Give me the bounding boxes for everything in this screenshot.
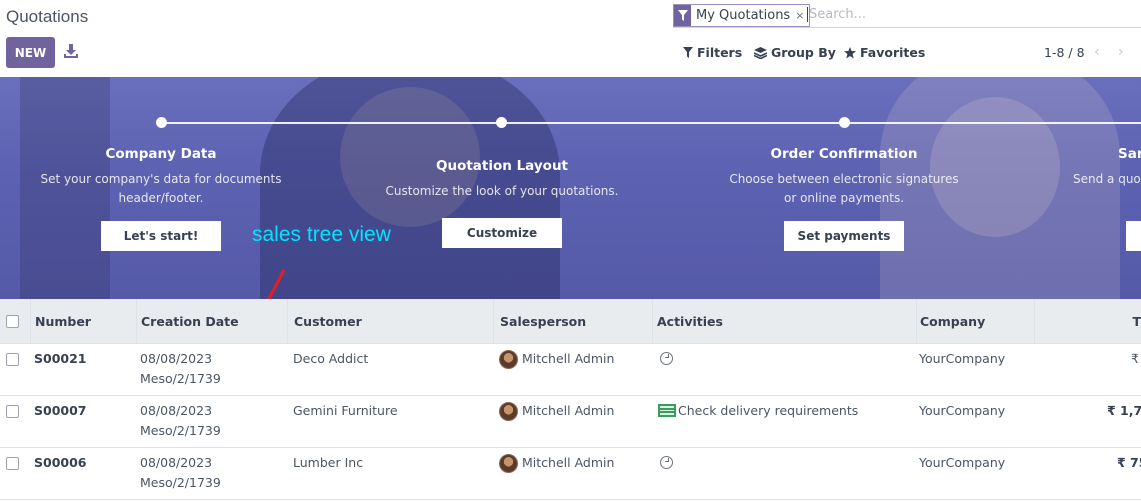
send-quotation-button[interactable] bbox=[1126, 221, 1141, 251]
company-name: YourCompany bbox=[919, 351, 1006, 366]
customer-name: Deco Addict bbox=[293, 351, 369, 366]
group-by-button[interactable]: Group By bbox=[754, 45, 836, 60]
customize-button[interactable]: Customize bbox=[442, 218, 562, 248]
search-bar: My Quotations × bbox=[673, 4, 1141, 28]
creation-date-alt: Meso/2/1739 bbox=[140, 475, 221, 490]
layers-icon bbox=[754, 46, 767, 59]
row-checkbox[interactable] bbox=[6, 457, 19, 470]
customer-name: Gemini Furniture bbox=[293, 403, 398, 418]
creation-date: 08/08/2023 bbox=[140, 403, 213, 418]
total-amount: ₹ bbox=[1131, 351, 1139, 366]
total-amount: ₹ 75 bbox=[1117, 455, 1141, 470]
salesperson-name: Mitchell Admin bbox=[522, 403, 615, 418]
filter-icon bbox=[683, 47, 693, 58]
clock-icon[interactable] bbox=[660, 352, 673, 365]
progress-line bbox=[849, 122, 1141, 124]
quotation-number: S00021 bbox=[34, 351, 87, 366]
creation-date-alt: Meso/2/1739 bbox=[140, 371, 221, 386]
table-row[interactable]: S00021 08/08/2023 Meso/2/1739 Deco Addic… bbox=[0, 344, 1141, 396]
set-payments-button[interactable]: Set payments bbox=[784, 221, 904, 251]
salesperson-name: Mitchell Admin bbox=[522, 351, 615, 366]
step-title-quotation-layout: Quotation Layout bbox=[435, 158, 569, 174]
onboarding-banner: Company Data Set your company's data for… bbox=[0, 77, 1141, 299]
step-title-order-confirmation: Order Confirmation bbox=[770, 146, 918, 162]
company-name: YourCompany bbox=[919, 403, 1006, 418]
annotation-label: sales tree view bbox=[252, 223, 391, 246]
step-desc: Send a quot bbox=[1073, 172, 1141, 186]
creation-date: 08/08/2023 bbox=[140, 455, 213, 470]
facet-label: My Quotations bbox=[696, 8, 791, 23]
filters-button[interactable]: Filters bbox=[683, 45, 742, 60]
column-activities[interactable]: Activities bbox=[651, 299, 917, 344]
star-icon bbox=[844, 46, 856, 58]
company-name: YourCompany bbox=[919, 455, 1006, 470]
customer-name: Lumber Inc bbox=[293, 455, 364, 470]
page-title: Quotations bbox=[6, 7, 89, 26]
table-row[interactable]: S00006 08/08/2023 Meso/2/1739 Lumber Inc… bbox=[0, 448, 1141, 500]
column-salesperson[interactable]: Salesperson bbox=[494, 299, 653, 344]
lets-start-button[interactable]: Let's start! bbox=[101, 221, 221, 251]
column-total[interactable]: T bbox=[1033, 299, 1141, 344]
download-icon[interactable] bbox=[64, 43, 78, 59]
filters-label: Filters bbox=[697, 45, 743, 60]
step-dot bbox=[496, 117, 507, 128]
table-row[interactable]: S00007 08/08/2023 Meso/2/1739 Gemini Fur… bbox=[0, 396, 1141, 448]
row-checkbox[interactable] bbox=[6, 405, 19, 418]
group-by-label: Group By bbox=[771, 45, 836, 60]
step-dot bbox=[156, 117, 167, 128]
search-input[interactable] bbox=[807, 7, 1127, 22]
step-title-sample: Sam bbox=[1118, 146, 1141, 162]
column-number[interactable]: Number bbox=[29, 299, 137, 344]
banner-photo-shape bbox=[340, 87, 480, 227]
pager-prev-icon[interactable]: ‹ bbox=[1094, 44, 1100, 60]
total-amount: ₹ 1,70 bbox=[1107, 403, 1141, 418]
step-desc: Choose between electronic signatures bbox=[729, 172, 959, 186]
favorites-button[interactable]: Favorites bbox=[844, 45, 925, 60]
quotation-number: S00006 bbox=[34, 455, 87, 470]
avatar bbox=[499, 350, 518, 369]
step-dot bbox=[839, 117, 850, 128]
step-desc: header/footer. bbox=[118, 191, 204, 205]
pager-value[interactable]: 1-8 / 8 bbox=[1044, 45, 1085, 60]
step-desc: Customize the look of your quotations. bbox=[385, 184, 619, 198]
banner-photo-shape bbox=[930, 97, 1060, 237]
column-creation-date[interactable]: Creation Date bbox=[135, 299, 288, 344]
search-facet[interactable]: My Quotations × bbox=[673, 4, 811, 27]
favorites-label: Favorites bbox=[860, 45, 926, 60]
step-desc: or online payments. bbox=[783, 191, 905, 205]
filter-icon bbox=[674, 5, 691, 26]
clock-icon[interactable] bbox=[660, 456, 673, 469]
table-header: Number Creation Date Customer Salesperso… bbox=[0, 299, 1141, 344]
step-title-company-data: Company Data bbox=[105, 146, 217, 162]
step-desc: Set your company's data for documents bbox=[40, 172, 282, 186]
column-customer[interactable]: Customer bbox=[288, 299, 494, 344]
progress-line bbox=[507, 122, 839, 124]
new-button[interactable]: NEW bbox=[6, 37, 55, 68]
salesperson-name: Mitchell Admin bbox=[522, 455, 615, 470]
column-company[interactable]: Company bbox=[914, 299, 1035, 344]
creation-date-alt: Meso/2/1739 bbox=[140, 423, 221, 438]
avatar bbox=[499, 402, 518, 421]
avatar bbox=[499, 454, 518, 473]
pager-next-icon[interactable]: › bbox=[1118, 44, 1124, 60]
header-select-cell bbox=[0, 299, 31, 344]
activity-summary[interactable]: Check delivery requirements bbox=[678, 401, 858, 421]
progress-line bbox=[166, 122, 496, 124]
creation-date: 08/08/2023 bbox=[140, 351, 213, 366]
row-checkbox[interactable] bbox=[6, 353, 19, 366]
todo-icon[interactable] bbox=[658, 404, 676, 417]
quotation-number: S00007 bbox=[34, 403, 87, 418]
